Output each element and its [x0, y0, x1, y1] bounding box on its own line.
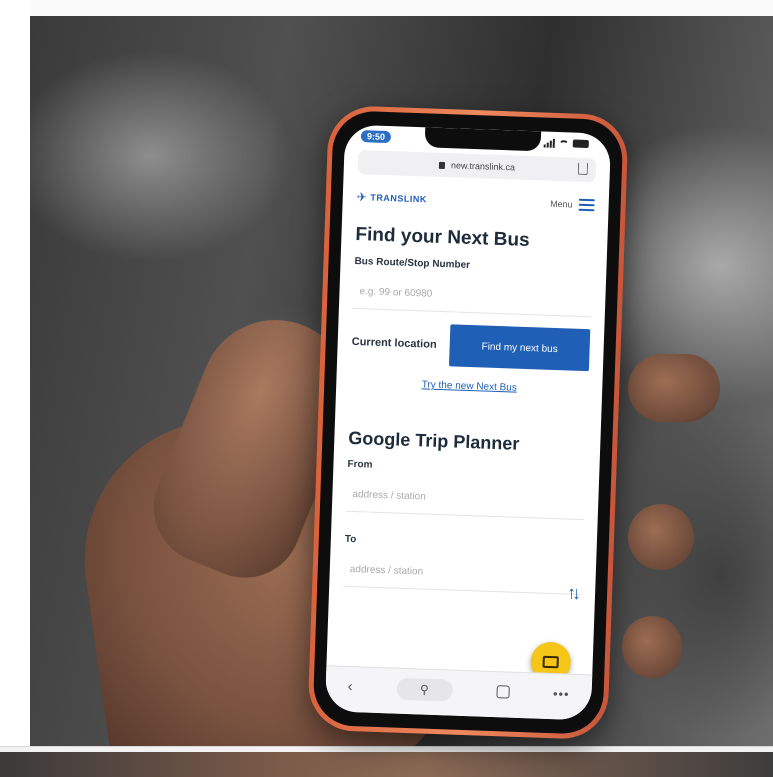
route-label: Bus Route/Stop Number: [354, 255, 471, 271]
bottom-photo-strip: [0, 752, 773, 777]
to-label: To: [344, 533, 357, 546]
logo-bird-icon: ✈: [356, 189, 368, 205]
back-icon[interactable]: ‹: [347, 678, 353, 695]
status-icons: [543, 138, 589, 149]
signal-icon: [543, 138, 555, 148]
hand-finger: [628, 504, 694, 570]
from-input[interactable]: address / station: [345, 477, 585, 521]
menu-button[interactable]: Menu: [550, 198, 595, 212]
current-location-label: Current location: [351, 335, 437, 351]
next-bus-title: Find your Next Bus: [355, 223, 530, 252]
search-button[interactable]: ⚲: [396, 677, 453, 702]
menu-label: Menu: [549, 198, 573, 210]
find-next-bus-button[interactable]: Find my next bus: [448, 324, 591, 372]
search-icon: ⚲: [419, 681, 430, 697]
route-input[interactable]: e.g. 99 or 60980: [352, 274, 592, 318]
chat-icon: [542, 655, 559, 669]
phone-screen: 9:50 new.translink.ca ✈ TRANSLINK Menu F…: [324, 124, 612, 721]
lock-icon: [438, 161, 446, 169]
swap-arrows-icon[interactable]: ↑↓: [567, 583, 578, 604]
phone-bezel: 9:50 new.translink.ca ✈ TRANSLINK Menu F…: [312, 110, 624, 735]
new-next-bus-link[interactable]: Try the new Next Bus: [350, 377, 588, 396]
share-icon[interactable]: [577, 162, 589, 176]
more-icon[interactable]: •••: [553, 686, 570, 702]
phone-frame: 9:50 new.translink.ca ✈ TRANSLINK Menu F…: [307, 104, 629, 741]
next-bus-section: Find your Next Bus Bus Route/Stop Number…: [336, 223, 608, 396]
status-time: 9:50: [360, 130, 392, 144]
trip-planner-title: Google Trip Planner: [348, 427, 520, 454]
trip-planner-section: Google Trip Planner From address / stati…: [329, 427, 600, 596]
tabs-icon[interactable]: [495, 685, 510, 699]
logo-text: TRANSLINK: [370, 192, 427, 205]
browser-toolbar: ‹ ⚲ •••: [324, 665, 593, 721]
hand-finger: [628, 354, 720, 422]
battery-icon: [572, 139, 589, 149]
translink-logo[interactable]: ✈ TRANSLINK: [357, 190, 428, 206]
to-input[interactable]: address / station: [343, 552, 583, 596]
phone-notch: [424, 127, 542, 152]
hamburger-icon: [578, 198, 595, 212]
hand-finger: [622, 616, 682, 678]
from-label: From: [347, 458, 373, 471]
location-row: Current location Find my next bus: [351, 321, 591, 372]
top-border: [30, 0, 773, 16]
wifi-icon: [558, 139, 569, 147]
url-text: new.translink.ca: [450, 160, 516, 173]
